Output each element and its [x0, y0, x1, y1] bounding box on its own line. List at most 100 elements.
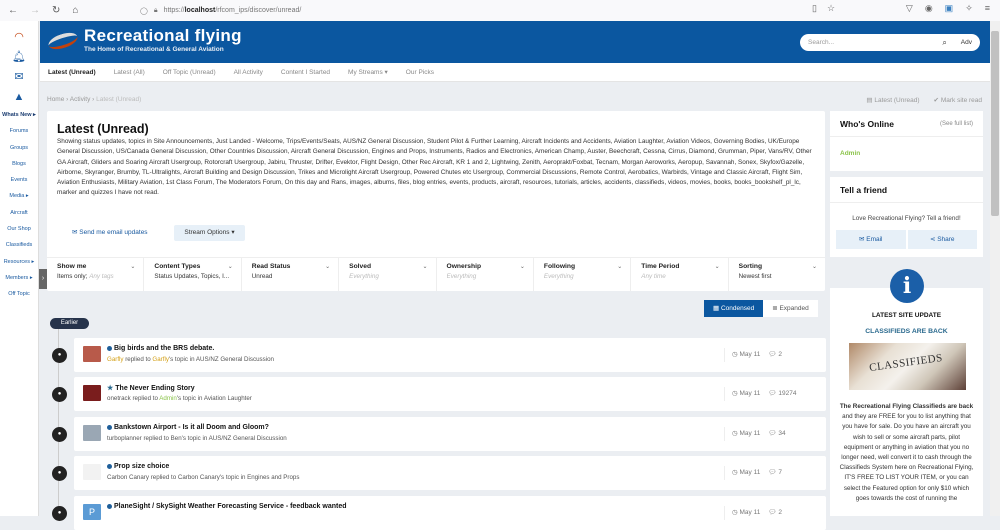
breadcrumb-home[interactable]: Home: [47, 96, 64, 103]
item-thumbnail[interactable]: [83, 346, 101, 362]
filter-dropdown[interactable]: Show me Items only; Any tags ⌄: [47, 258, 145, 291]
filter-dropdown[interactable]: Solved Everything ⌄: [339, 258, 437, 291]
online-user[interactable]: Admin: [830, 137, 983, 171]
topic-owner-link[interactable]: Garfly: [152, 356, 169, 363]
see-full-list-link[interactable]: (See full list): [940, 121, 973, 127]
update-body: The Recreational Flying Classifieds are …: [839, 403, 974, 502]
filter-dropdown[interactable]: Content Types Status Updates, Topics, I..…: [144, 258, 242, 291]
condensed-view-button[interactable]: ▦ Condensed: [704, 300, 764, 317]
filter-dropdown[interactable]: Ownership Everything ⌄: [437, 258, 534, 291]
filter-dropdown[interactable]: Time Period Any time ⌄: [631, 258, 729, 291]
stream-options-button[interactable]: Stream Options ▾: [174, 225, 245, 241]
tab[interactable]: My Streams ▾: [348, 68, 388, 76]
messages-envelope-icon[interactable]: ✉: [0, 67, 38, 87]
email-updates-button[interactable]: ✉ Send me email updates: [72, 228, 148, 236]
item-thumbnail[interactable]: [83, 425, 101, 441]
tab[interactable]: Off Topic (Unread): [163, 69, 216, 76]
rail-item[interactable]: Off Topic: [0, 286, 38, 302]
share-button[interactable]: ⋖ Share: [907, 230, 977, 249]
reader-view-icon[interactable]: ▯: [812, 3, 817, 14]
topic-owner-link[interactable]: Admin: [159, 395, 177, 402]
item-title[interactable]: Prop size choice: [107, 463, 169, 470]
tab[interactable]: Content I Started: [281, 69, 330, 76]
expanded-view-button[interactable]: ≣ Expanded: [763, 300, 818, 317]
pocket-icon[interactable]: ▽: [906, 3, 913, 14]
item-title[interactable]: ★ The Never Ending Story: [107, 384, 195, 392]
page-title: Latest (Unread): [57, 122, 149, 136]
rail-item[interactable]: Forums: [0, 123, 38, 139]
rail-item[interactable]: Aircraft: [0, 205, 38, 221]
chevron-down-icon: ⌄: [811, 264, 817, 270]
stream-item[interactable]: ● ★ The Never Ending Story onetrack replied…: [52, 377, 826, 411]
mark-site-read-link[interactable]: ✔ Mark site read: [934, 96, 982, 104]
breadcrumb-activity[interactable]: Activity: [70, 96, 91, 103]
account-icon[interactable]: ◉: [925, 3, 933, 14]
stream-item[interactable]: ● P PlaneSight / SkySight Weather Forecast…: [52, 496, 826, 530]
topic-owner-link[interactable]: Carbon Canary: [178, 474, 220, 481]
scrollbar-thumb[interactable]: [991, 31, 999, 216]
page-scrollbar[interactable]: [990, 21, 1000, 516]
forward-icon[interactable]: →: [30, 5, 40, 16]
filter-value: Everything: [446, 273, 477, 280]
stream-item[interactable]: ● Prop size choice Carbon Canary replied t…: [52, 456, 826, 490]
author-link[interactable]: turboplanner: [107, 435, 142, 442]
stream-item[interactable]: ● Bankstown Airport - Is it all Doom and …: [52, 417, 826, 451]
chevron-down-icon: ⌄: [325, 264, 331, 270]
whos-online-widget: Who's Online (See full list) Admin: [830, 111, 983, 171]
author-link[interactable]: Carbon Canary: [107, 474, 149, 481]
extensions-puzzle-icon[interactable]: ✧: [965, 3, 973, 14]
site-logo-icon[interactable]: ◠: [0, 27, 38, 47]
latest-unread-link[interactable]: ▤ Latest (Unread): [866, 96, 919, 104]
rail-item[interactable]: Whats New ▸: [0, 107, 38, 123]
left-rail: ◠ 🔔︎ ✉ ▲ Whats New ▸ Forums Groups Blogs Eve…: [0, 21, 39, 516]
update-subheading[interactable]: CLASSIFIEDS ARE BACK: [830, 328, 983, 335]
filter-dropdown[interactable]: Following Everything ⌄: [534, 258, 632, 291]
item-title[interactable]: PlaneSight / SkySight Weather Forecastin…: [107, 503, 347, 510]
filter-dropdown[interactable]: Read Status Unread ⌄: [242, 258, 340, 291]
home-icon[interactable]: ⌂: [72, 5, 78, 16]
rail-item[interactable]: Members ▸: [0, 270, 38, 286]
back-icon[interactable]: ←: [8, 5, 18, 16]
item-title[interactable]: Big birds and the BRS debate.: [107, 345, 214, 352]
search-input[interactable]: Search... ⌕ Adv: [800, 34, 980, 51]
extension-icon[interactable]: ▣: [945, 3, 954, 14]
rail-collapse-toggle[interactable]: ›: [39, 269, 47, 289]
menu-icon[interactable]: ≡: [985, 3, 990, 14]
rail-item[interactable]: Our Shop: [0, 221, 38, 237]
rail-item[interactable]: Groups: [0, 140, 38, 156]
item-thumbnail[interactable]: [83, 385, 101, 401]
tab[interactable]: Latest (All): [114, 69, 145, 76]
browser-toolbar: ← → ↻ ⌂ ◯ 🔒︎ https://localhost/rfcom_ips…: [0, 0, 1000, 21]
site-update-widget: i LATEST SITE UPDATE CLASSIFIEDS ARE BAC…: [830, 269, 983, 516]
rail-item[interactable]: Blogs: [0, 156, 38, 172]
stream-description: Showing status updates, topics in Site A…: [57, 138, 812, 197]
item-thumbnail[interactable]: [83, 464, 101, 480]
site-logo[interactable]: Recreational flying The Home of Recreati…: [46, 27, 242, 54]
rail-item[interactable]: Media ▸: [0, 188, 38, 204]
item-thumbnail[interactable]: P: [83, 504, 101, 520]
search-icon[interactable]: ⌕: [942, 38, 946, 48]
author-link[interactable]: onetrack: [107, 395, 131, 402]
stream-item[interactable]: ● Big birds and the BRS debate. Garfly rep…: [52, 338, 826, 372]
address-bar[interactable]: ◯ 🔒︎ https://localhost/rfcom_ips/discove…: [140, 3, 301, 18]
item-title[interactable]: Bankstown Airport - Is it all Doom and G…: [107, 424, 269, 431]
tell-a-friend-widget: Tell a friend Love Recreational Flying? …: [830, 177, 983, 257]
tab[interactable]: Latest (Unread): [48, 69, 96, 76]
tab[interactable]: Our Picks: [406, 69, 434, 76]
warning-icon[interactable]: ▲: [0, 87, 38, 107]
classifieds-image[interactable]: CLASSIFIEDS: [849, 343, 966, 390]
email-share-button[interactable]: ✉ Email: [836, 230, 906, 249]
filter-dropdown[interactable]: Sorting Newest first ⌄: [729, 258, 825, 291]
reload-icon[interactable]: ↻: [52, 5, 60, 16]
notifications-bell-icon[interactable]: 🔔︎: [0, 47, 38, 67]
advanced-search-link[interactable]: Adv: [961, 39, 972, 46]
tab[interactable]: All Activity: [234, 69, 263, 76]
bookmark-star-icon[interactable]: ☆: [827, 3, 835, 14]
author-link[interactable]: Garfly: [107, 356, 124, 363]
comments-icon: 💬︎: [768, 390, 779, 397]
rail-item[interactable]: Resources ▸: [0, 254, 38, 270]
rail-item[interactable]: Classifieds: [0, 237, 38, 253]
topic-owner-link[interactable]: Ben: [171, 435, 182, 442]
rail-item[interactable]: Events: [0, 172, 38, 188]
view-toggle: ▦ Condensed ≣ Expanded: [704, 300, 818, 317]
